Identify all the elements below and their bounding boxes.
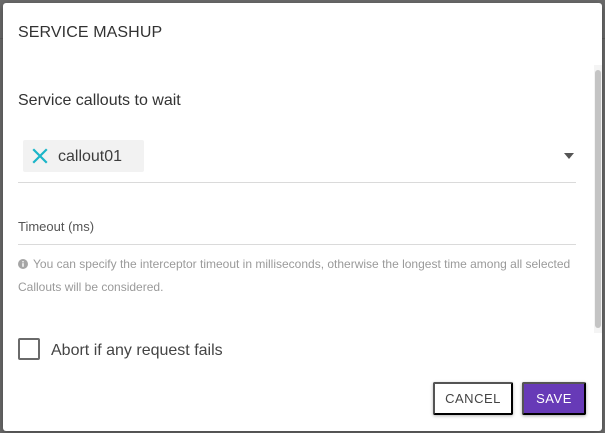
help-text: You can specify the interceptor timeout … — [18, 257, 571, 294]
cancel-button[interactable]: CANCEL — [433, 382, 513, 415]
scrollbar-thumb[interactable] — [595, 70, 601, 328]
abort-checkbox-label[interactable]: Abort if any request fails — [51, 342, 223, 360]
timeout-help: You can specify the interceptor timeout … — [18, 253, 578, 299]
caret-down-icon[interactable] — [564, 146, 574, 159]
callouts-select-underline — [18, 182, 576, 183]
callout-chip[interactable]: callout01 — [23, 140, 144, 172]
timeout-underline — [18, 244, 576, 245]
service-mashup-dialog: SERVICE MASHUP Service callouts to wait … — [3, 3, 602, 431]
dialog-title: SERVICE MASHUP — [18, 24, 163, 41]
chip-label: callout01 — [58, 148, 123, 165]
abort-checkbox[interactable] — [18, 338, 40, 360]
info-icon — [18, 254, 28, 269]
timeout-input[interactable] — [18, 215, 580, 245]
callouts-section-label: Service callouts to wait — [18, 92, 181, 109]
save-button[interactable]: SAVE — [522, 382, 586, 415]
close-icon[interactable] — [31, 147, 49, 165]
